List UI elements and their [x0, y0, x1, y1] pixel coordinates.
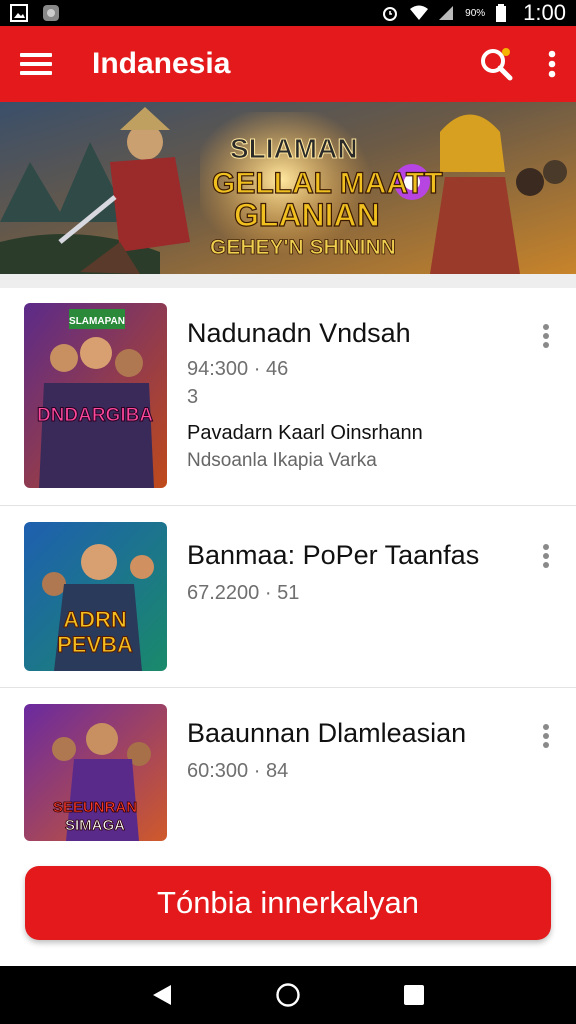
- signal-icon: [437, 4, 455, 22]
- image-icon: [10, 4, 28, 22]
- thumbnail-label-top: SLAMAPAN: [69, 316, 125, 327]
- item-thumbnail: SEEUNRAN SIMAGA: [24, 704, 167, 841]
- item-subtitle: Pavadarn Kaarl Oinsrhann: [187, 422, 423, 444]
- back-icon[interactable]: [151, 983, 173, 1007]
- more-vert-icon[interactable]: [540, 724, 552, 748]
- alarm-icon: [381, 4, 399, 22]
- item-meta: 60:300 · 84: [187, 760, 289, 782]
- home-icon[interactable]: [275, 982, 301, 1008]
- page-title: Indanesia: [92, 47, 231, 80]
- thumbnail-label-top: SEEUNRAN: [53, 799, 137, 816]
- more-vert-icon[interactable]: [548, 50, 556, 78]
- search-icon[interactable]: [478, 46, 514, 82]
- banner-line-4: GEHEY'N SHININN: [210, 236, 396, 259]
- game-list: SLAMAPAN DNDARGIBA Nadunadn Vndsah 94:30…: [0, 288, 576, 856]
- item-meta: 94:300 · 46: [187, 358, 289, 380]
- item-title[interactable]: Banmaa: PoPer Taanfas: [187, 540, 479, 571]
- banner-line-2: GELLAL MAATT: [212, 167, 443, 200]
- system-nav-bar: [0, 966, 576, 1024]
- more-vert-icon[interactable]: [540, 544, 552, 568]
- list-item[interactable]: SLAMAPAN DNDARGIBA Nadunadn Vndsah 94:30…: [0, 288, 576, 506]
- wifi-icon: [409, 4, 429, 22]
- item-meta-extra: 3: [187, 386, 199, 408]
- app-icon: [42, 4, 60, 22]
- divider: [0, 274, 576, 288]
- item-thumbnail: ADRN PEVBA: [24, 522, 167, 671]
- menu-icon[interactable]: [20, 51, 52, 77]
- recents-icon[interactable]: [403, 984, 425, 1006]
- list-item[interactable]: ADRN PEVBA Banmaa: PoPer Taanfas 67.2200…: [0, 506, 576, 688]
- banner-line-1: SLIAMAN: [230, 133, 358, 164]
- clock: 1:00: [523, 0, 566, 25]
- banner-line-3: GLANIAN: [234, 197, 380, 233]
- more-vert-icon[interactable]: [540, 324, 552, 348]
- item-title[interactable]: Baaunnan Dlamleasian: [187, 718, 466, 749]
- item-title[interactable]: Nadunadn Vndsah: [187, 318, 411, 349]
- thumbnail-label: DNDARGIBA: [37, 405, 153, 426]
- primary-action-button[interactable]: Tónbia innerkalyan: [25, 866, 551, 940]
- battery-icon: [495, 4, 513, 22]
- thumbnail-label-top: ADRN: [63, 607, 127, 632]
- item-meta: 67.2200 · 51: [187, 582, 300, 604]
- app-bar: Indanesia: [0, 26, 576, 102]
- thumbnail-label: PEVBA: [57, 632, 133, 657]
- list-item[interactable]: SEEUNRAN SIMAGA Baaunnan Dlamleasian 60:…: [0, 688, 576, 856]
- thumbnail-label: SIMAGA: [65, 817, 125, 834]
- promo-banner[interactable]: SLIAMAN GELLAL MAATT GLANIAN GEHEY'N SHI…: [0, 102, 576, 274]
- item-subtitle-secondary: Ndsoanla Ikapia Varka: [187, 450, 377, 471]
- status-bar: 90% 1:00: [0, 0, 576, 26]
- item-thumbnail: SLAMAPAN DNDARGIBA: [24, 303, 167, 488]
- battery-percent: 90%: [465, 7, 486, 19]
